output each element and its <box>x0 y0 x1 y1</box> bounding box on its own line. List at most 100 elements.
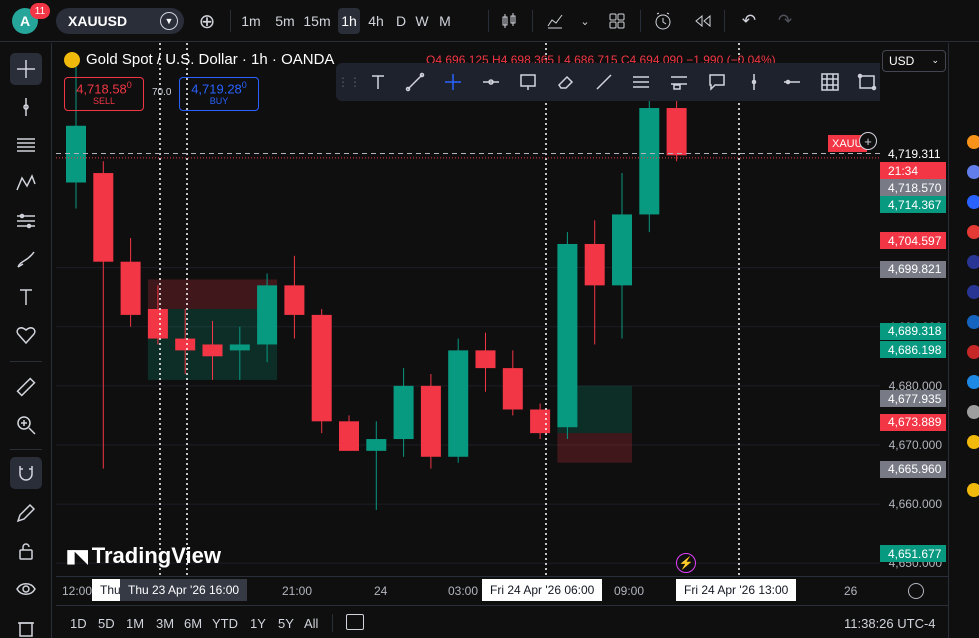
compare-add-icon[interactable]: ⊕ <box>194 8 220 34</box>
watchlist-eu-flag-icon[interactable] <box>967 195 979 209</box>
range-3m[interactable]: 3M <box>156 616 174 631</box>
text-tool-icon[interactable] <box>10 281 42 313</box>
candles-chart-type-icon[interactable] <box>496 8 522 34</box>
range-6m[interactable]: 6M <box>184 616 202 631</box>
watchlist-sp500-icon[interactable] <box>967 345 979 359</box>
ray-icon[interactable] <box>588 67 620 97</box>
timeframe-1h[interactable]: 1h <box>338 8 360 34</box>
anchored-text-icon[interactable] <box>513 67 545 97</box>
add-order-plus-icon[interactable]: + <box>859 132 877 150</box>
fib-retracement-icon[interactable] <box>625 67 657 97</box>
layout-grid-icon[interactable] <box>604 8 630 34</box>
candle-body <box>366 439 387 451</box>
range-5y[interactable]: 5Y <box>278 616 294 631</box>
chart-pane[interactable]: Gold Spot / U.S. Dollar · 1h · OANDA O4,… <box>56 43 880 575</box>
vertical-line-icon[interactable] <box>738 67 770 97</box>
drawing-tools-sidebar <box>0 43 52 638</box>
candle-body <box>448 350 469 457</box>
range-1y[interactable]: 1Y <box>250 616 266 631</box>
range-all[interactable]: All <box>304 616 318 631</box>
horizontal-ray-icon[interactable] <box>475 67 507 97</box>
range-1m[interactable]: 1M <box>126 616 144 631</box>
watchlist-dow-icon[interactable] <box>967 375 979 389</box>
watchlist-index-icon[interactable] <box>967 315 979 329</box>
sell-price: 4,718.58 <box>76 81 127 97</box>
ruler-icon[interactable] <box>10 371 42 403</box>
watchlist-uk-flag-icon[interactable] <box>967 225 979 239</box>
symbol-info-icon[interactable]: ▼ <box>160 12 178 30</box>
gann-grid-icon[interactable] <box>814 67 846 97</box>
chart-settings-gear-icon[interactable] <box>908 583 924 599</box>
lock-icon[interactable] <box>10 535 42 567</box>
rectangle-icon[interactable] <box>851 67 883 97</box>
time-axis[interactable]: 12:00 21:00 24 03:00 09:00 26 Thu Thu 23 Apr '2… <box>56 576 948 604</box>
timeframe-4h[interactable]: 4h <box>364 8 388 34</box>
clock-timezone[interactable]: 11:38:26 UTC-4 <box>844 616 936 631</box>
currency-select[interactable]: USD ⌄ <box>882 50 946 72</box>
magnet-icon[interactable] <box>10 457 42 489</box>
watchlist-silver-icon[interactable] <box>967 405 979 419</box>
pattern-icon[interactable] <box>10 167 42 199</box>
timeframe-15m[interactable]: 15m <box>302 8 332 34</box>
lightning-event-icon[interactable]: ⚡ <box>676 553 696 573</box>
timeframe-5m[interactable]: 5m <box>272 8 298 34</box>
time-tick: 21:00 <box>282 584 313 598</box>
undo-icon[interactable]: ↶ <box>736 8 762 34</box>
timeframe-w[interactable]: W <box>414 8 430 34</box>
candle-body <box>557 243 578 428</box>
currency-value: USD <box>889 54 915 68</box>
crosshair-icon[interactable] <box>10 53 42 85</box>
timeframe-d[interactable]: D <box>394 8 408 34</box>
long-position-icon[interactable] <box>663 67 695 97</box>
price-label: 4,714.367 <box>880 196 946 214</box>
price-label: 4,651.677 <box>880 545 946 563</box>
eye-icon[interactable] <box>10 573 42 605</box>
details-gold-icon[interactable] <box>967 483 979 497</box>
candle-body <box>284 285 305 315</box>
brush-icon[interactable] <box>10 243 42 275</box>
price-label: 4,686.198 <box>880 341 946 359</box>
trendline-icon[interactable] <box>400 67 432 97</box>
indicators-chevron-down-icon[interactable]: ⌄ <box>576 8 594 34</box>
indicators-icon[interactable] <box>542 8 568 34</box>
candlestick-chart[interactable] <box>56 43 880 575</box>
horizontal-line-icon[interactable] <box>776 67 808 97</box>
eraser-icon[interactable] <box>550 67 582 97</box>
zoom-in-icon[interactable] <box>10 409 42 441</box>
watchlist-nz-flag-icon[interactable] <box>967 285 979 299</box>
fib-lines-icon[interactable] <box>10 129 42 161</box>
timeframe-1m[interactable]: 1m <box>238 8 264 34</box>
forecast-icon[interactable] <box>10 205 42 237</box>
crosshair-tool-icon[interactable] <box>437 67 469 97</box>
heart-icon[interactable] <box>10 319 42 351</box>
tradingview-watermark: ▮◥ TradingView <box>66 543 221 569</box>
symbol-search[interactable]: XAUUSD ▼ <box>56 8 184 34</box>
candle-body <box>311 314 332 422</box>
watchlist-gold-icon[interactable] <box>967 435 979 449</box>
watchlist-au-flag-icon[interactable] <box>967 255 979 269</box>
watchlist-ethereum-icon[interactable] <box>967 165 979 179</box>
drawing-lock-pencil-icon[interactable] <box>10 497 42 529</box>
price-label: 4,673.889 <box>880 413 946 431</box>
goto-date-calendar-icon[interactable] <box>346 614 364 630</box>
timeframe-m[interactable]: M <box>436 8 454 34</box>
range-ytd[interactable]: YTD <box>212 616 238 631</box>
watchlist-bitcoin-icon[interactable] <box>967 135 979 149</box>
trash-icon[interactable] <box>10 611 42 638</box>
redo-icon[interactable]: ↷ <box>772 8 798 34</box>
range-5d[interactable]: 5D <box>98 616 115 631</box>
candle-body <box>202 344 223 357</box>
alert-clock-icon[interactable] <box>650 8 676 34</box>
callout-icon[interactable] <box>701 67 733 97</box>
text-icon[interactable] <box>362 67 394 97</box>
range-1d[interactable]: 1D <box>70 616 87 631</box>
price-scale[interactable]: 4,700.0004,690.0004,680.0004,670.0004,66… <box>880 43 948 575</box>
replay-rewind-icon[interactable] <box>690 8 716 34</box>
price-label: 4,719.311 <box>880 145 946 163</box>
trend-line-icon[interactable] <box>10 91 42 123</box>
buy-button[interactable]: 4,719.280 BUY <box>179 77 259 111</box>
drag-handle-icon[interactable]: ⋮⋮ <box>337 67 361 97</box>
price-tick: 4,660.000 <box>888 497 942 512</box>
price-label: 4,718.570 <box>880 179 946 197</box>
sell-button[interactable]: 4,718.580 SELL <box>64 77 144 111</box>
